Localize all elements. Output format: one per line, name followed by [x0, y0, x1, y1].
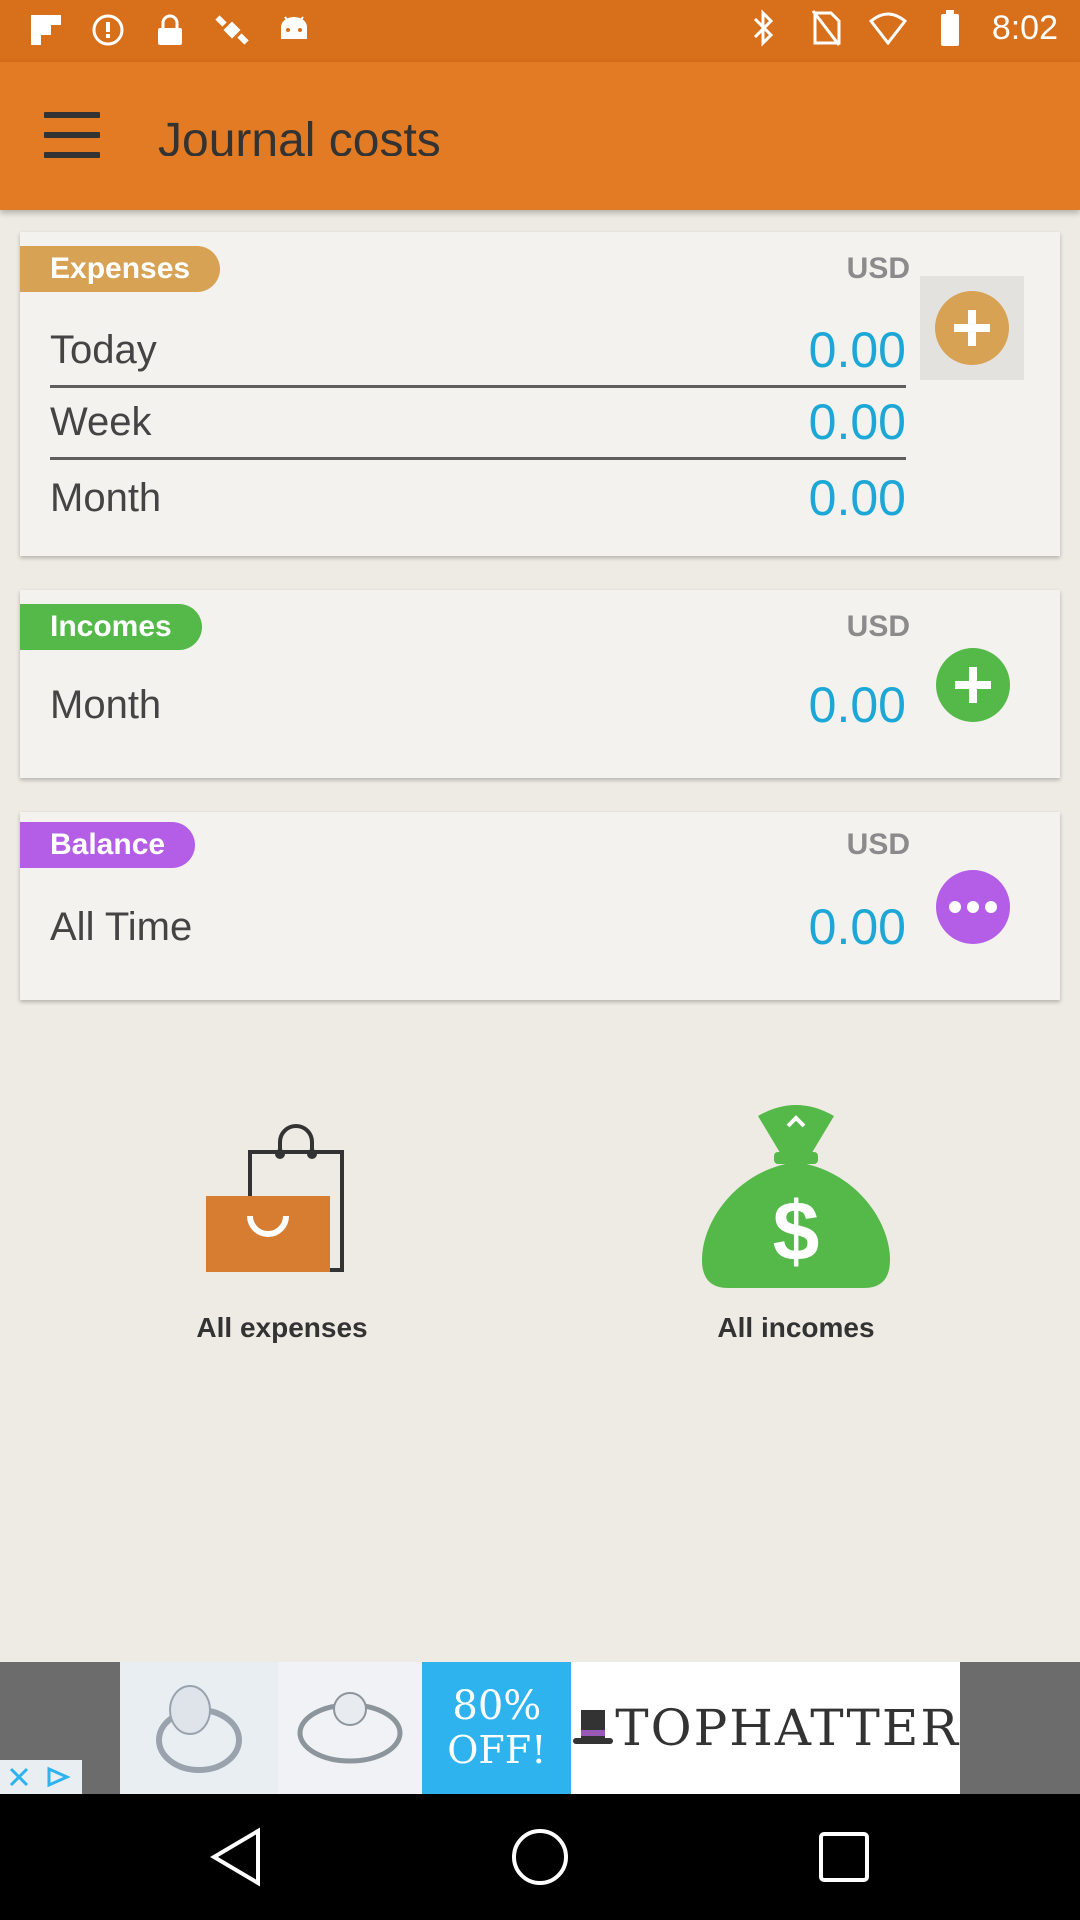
- ad-brand: TOPHATTER: [571, 1662, 960, 1794]
- balance-currency: USD: [846, 828, 910, 861]
- row-label: Month: [50, 476, 162, 520]
- battery-icon: [930, 8, 970, 48]
- hamburger-menu-icon[interactable]: [44, 112, 100, 158]
- status-left-icons: [26, 10, 314, 50]
- incomes-currency: USD: [846, 610, 910, 643]
- shopping-bag-icon: [206, 1124, 344, 1272]
- svg-text:$: $: [773, 1184, 820, 1278]
- status-right-icons: 8:02: [744, 8, 1058, 48]
- balance-more-button[interactable]: [936, 870, 1010, 944]
- add-income-button[interactable]: [936, 648, 1010, 722]
- back-triangle-icon: [210, 1827, 260, 1887]
- fake-gps-icon: [212, 10, 252, 50]
- no-sim-icon: [806, 8, 846, 48]
- incomes-card[interactable]: Incomes USD Month 0.00: [20, 590, 1060, 778]
- notification-icon: [88, 10, 128, 50]
- add-circle-icon: [955, 667, 991, 703]
- row-value: 0.00: [808, 677, 906, 733]
- ad-ring-image: [278, 1662, 423, 1794]
- home-circle-icon: [512, 1829, 568, 1885]
- add-expense-button[interactable]: [920, 276, 1024, 380]
- expenses-row-today: Today 0.00: [50, 322, 906, 388]
- status-bar: 8:02: [0, 0, 1080, 62]
- top-hat-icon: [573, 1710, 614, 1744]
- ad-offer-percent: 80%: [452, 1683, 542, 1729]
- ad-brand-name: TOPHATTER: [615, 1699, 960, 1757]
- navigation-bar: [0, 1794, 1080, 1920]
- all-expenses-shortcut[interactable]: All expenses: [132, 1110, 432, 1390]
- wifi-off-icon: [868, 8, 908, 48]
- balance-row-all-time: All Time 0.00: [50, 898, 906, 962]
- row-value: 0.00: [808, 899, 906, 955]
- ad-offer: 80% OFF!: [422, 1662, 572, 1794]
- ad-offer-word: OFF!: [447, 1728, 547, 1772]
- row-label: Today: [50, 328, 157, 372]
- all-incomes-shortcut[interactable]: $ All incomes: [646, 1100, 946, 1380]
- android-icon: [274, 10, 314, 50]
- balance-badge: Balance: [20, 822, 196, 868]
- expenses-row-week: Week 0.00: [50, 394, 906, 460]
- recents-button[interactable]: [811, 1824, 877, 1890]
- flipboard-icon: [26, 10, 66, 50]
- row-label: All Time: [50, 905, 193, 949]
- recents-square-icon: [819, 1832, 869, 1882]
- incomes-badge: Incomes: [20, 604, 202, 650]
- money-bag-icon: $: [702, 1105, 890, 1288]
- all-incomes-label: All incomes: [717, 1312, 875, 1343]
- add-circle-icon: [935, 291, 1009, 365]
- expenses-badge: Expenses: [20, 246, 221, 292]
- back-button[interactable]: [203, 1824, 269, 1890]
- lock-icon: [150, 10, 190, 50]
- row-value: 0.00: [808, 394, 906, 450]
- ad-controls[interactable]: [0, 1760, 82, 1794]
- ad-banner[interactable]: 80% OFF! TOPHATTER: [120, 1662, 960, 1794]
- bluetooth-icon: [744, 8, 784, 48]
- home-button[interactable]: [507, 1824, 573, 1890]
- balance-card[interactable]: Balance USD All Time 0.00: [20, 812, 1060, 1000]
- close-icon[interactable]: [8, 1766, 30, 1788]
- row-label: Week: [50, 400, 152, 444]
- status-time: 8:02: [991, 8, 1058, 47]
- expenses-currency: USD: [846, 252, 910, 285]
- adchoices-icon[interactable]: [45, 1765, 75, 1789]
- app-bar: Journal costs: [0, 62, 1080, 210]
- expenses-row-month: Month 0.00: [50, 469, 906, 533]
- page-title: Journal costs: [158, 114, 441, 156]
- row-value: 0.00: [808, 322, 906, 378]
- expenses-card[interactable]: Expenses USD Today 0.00 Week 0.00 Month …: [20, 232, 1060, 556]
- row-value: 0.00: [808, 470, 906, 526]
- all-expenses-label: All expenses: [196, 1312, 368, 1343]
- more-dots-icon: [949, 901, 997, 913]
- ad-ring-image: [120, 1662, 279, 1794]
- row-label: Month: [50, 683, 162, 727]
- incomes-row-month: Month 0.00: [50, 676, 906, 740]
